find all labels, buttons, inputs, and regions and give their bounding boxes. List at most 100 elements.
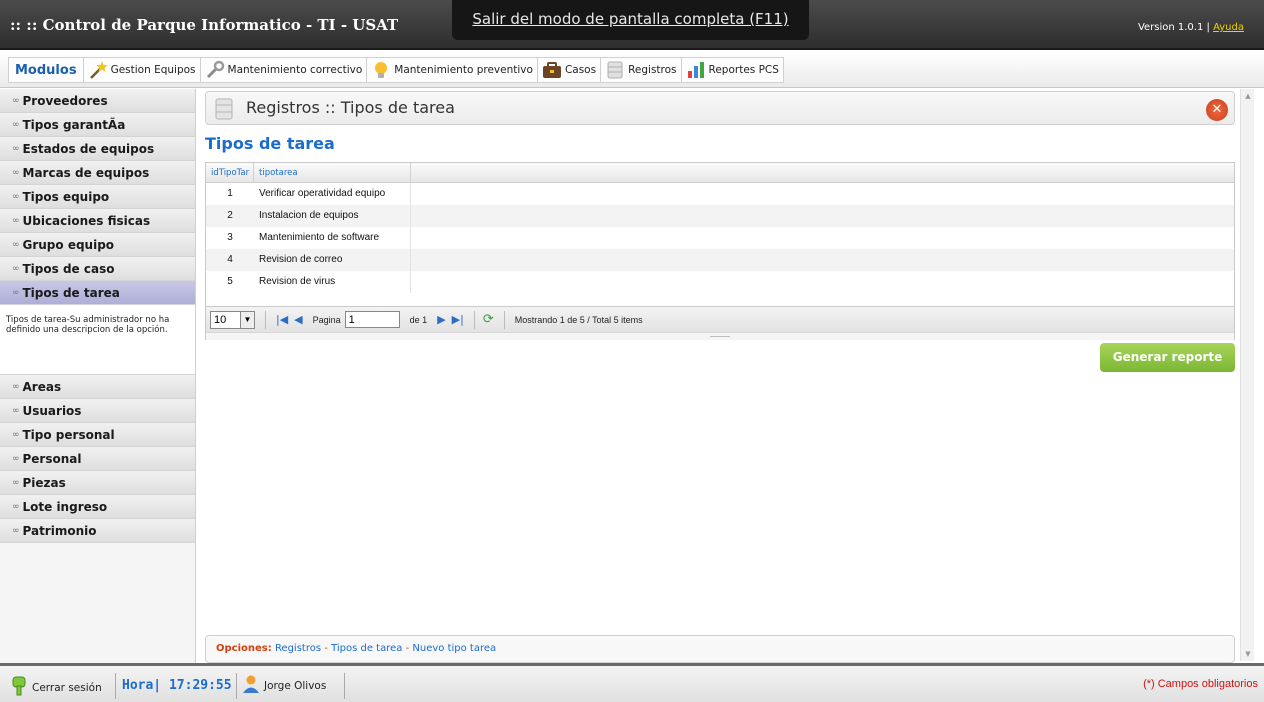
options-separator: - [405, 643, 410, 654]
module-mantenimiento-correctivo[interactable]: Mantenimiento correctivo [199, 58, 367, 82]
clock: Hora| 17:29:55 [115, 673, 232, 699]
logout-label: Cerrar sesión [32, 682, 102, 694]
sidebar-item-areas[interactable]: ∞ Areas [0, 375, 195, 399]
vertical-scrollbar[interactable]: ▲ ▼ [1240, 89, 1254, 661]
module-label: Casos [564, 64, 597, 76]
column-header-idtipotarea[interactable]: idTipoTar [206, 163, 254, 182]
sidebar-item-piezas[interactable]: ∞ Piezas [0, 471, 195, 495]
help-link[interactable]: Ayuda [1213, 22, 1244, 33]
table-row[interactable]: 2 Instalacion de equipos [206, 205, 1234, 227]
pager-status: Mostrando 1 de 5 / Total 5 items [514, 314, 643, 325]
magic-wand-icon [88, 60, 108, 80]
grid-header: idTipoTar tipotarea [206, 163, 1234, 183]
options-link-tipos-de-tarea[interactable]: Tipos de tarea [331, 643, 402, 654]
rows-per-page-select[interactable]: 10 ▼ [210, 310, 255, 329]
module-registros[interactable]: Registros [600, 58, 680, 82]
logout-button[interactable]: Cerrar sesión [10, 676, 102, 700]
sidebar-item-tipos-garantia[interactable]: ∞ Tipos garantÃa [0, 113, 195, 137]
divider [503, 310, 505, 329]
table-row[interactable]: 1 Verificar operatividad equipo [206, 183, 1234, 205]
sidebar-item-usuarios[interactable]: ∞ Usuarios [0, 399, 195, 423]
app-title: :: :: Control de Parque Informatico - TI… [10, 16, 399, 34]
data-grid: idTipoTar tipotarea 1 Verificar operativi… [205, 162, 1235, 340]
scroll-down-icon[interactable]: ▼ [1241, 647, 1255, 661]
module-label: Gestion Equipos [110, 64, 196, 76]
page-number-input[interactable] [344, 311, 400, 328]
link-icon: ∞ [12, 405, 20, 416]
version-separator: | [1206, 22, 1210, 33]
module-label: Mantenimiento preventivo [394, 64, 533, 76]
sidebar: ∞ Proveedores ∞ Tipos garantÃa ∞ Estados de… [0, 89, 196, 663]
sidebar-item-estados-de-equipos[interactable]: ∞ Estados de equipos [0, 137, 195, 161]
options-link-registros[interactable]: Registros [275, 643, 321, 654]
pagination-bar: 10 ▼ |◀ ◀ Pagina de 1 ▶ ▶| ⟳ Mostrando 1 … [206, 306, 1234, 332]
sidebar-item-tipos-de-tarea[interactable]: ∞ Tipos de tarea [0, 281, 195, 305]
sidebar-item-label: Tipos equipo [22, 189, 110, 204]
module-gestion-equipos[interactable]: Gestion Equipos [82, 58, 200, 82]
module-label: Reportes PCS [708, 64, 779, 76]
next-page-icon[interactable]: ▶ [437, 313, 445, 326]
options-separator: - [324, 643, 328, 654]
table-row[interactable]: 4 Revision de correo [206, 249, 1234, 271]
refresh-icon[interactable]: ⟳ [483, 312, 494, 327]
table-row[interactable]: 3 Mantenimiento de software [206, 227, 1234, 249]
user-icon [241, 674, 261, 698]
column-header-tipotarea[interactable]: tipotarea [254, 163, 411, 182]
exit-fullscreen-banner[interactable]: Salir del modo de pantalla completa (F11… [452, 0, 809, 40]
module-casos[interactable]: Casos [536, 58, 600, 82]
sidebar-item-label: Areas [22, 379, 62, 394]
prev-page-icon[interactable]: ◀ [294, 313, 302, 326]
cell-id: 2 [227, 210, 233, 221]
sidebar-item-tipo-personal[interactable]: ∞ Tipo personal [0, 423, 195, 447]
sidebar-item-personal[interactable]: ∞ Personal [0, 447, 195, 471]
cell-id: 4 [227, 254, 233, 265]
generate-report-button[interactable]: Generar reporte [1100, 343, 1235, 372]
module-mantenimiento-preventivo[interactable]: Mantenimiento preventivo [366, 58, 537, 82]
sidebar-item-proveedores[interactable]: ∞ Proveedores [0, 89, 195, 113]
bar-chart-icon [686, 60, 706, 80]
sidebar-item-grupo-equipo[interactable]: ∞ Grupo equipo [0, 233, 195, 257]
modules-toolbar: Modulos Gestion Equipos Mantenimiento co… [0, 52, 1264, 88]
app-header: :: :: Control de Parque Informatico - TI… [0, 0, 1264, 50]
current-user[interactable]: Jorge Olivos [236, 673, 346, 699]
sidebar-item-ubicaciones-fisicas[interactable]: ∞ Ubicaciones fisicas [0, 209, 195, 233]
module-reportes-pcs[interactable]: Reportes PCS [680, 58, 783, 82]
last-page-icon[interactable]: ▶| [452, 313, 464, 326]
table-row[interactable]: 5 Revision de virus [206, 271, 1234, 293]
link-icon: ∞ [12, 525, 20, 536]
wrench-icon [205, 60, 225, 80]
sidebar-item-marcas-de-equipos[interactable]: ∞ Marcas de equipos [0, 161, 195, 185]
grid-resize-handle[interactable] [206, 332, 1234, 340]
link-icon: ∞ [12, 167, 20, 178]
link-icon: ∞ [12, 501, 20, 512]
chevron-down-icon: ▼ [240, 311, 254, 328]
sidebar-item-label: Tipos garantÃa [22, 117, 126, 132]
sidebar-item-label: Tipo personal [22, 427, 115, 442]
status-footer: Cerrar sesión Hora| 17:29:55 Jorge Olivo… [0, 663, 1264, 702]
sidebar-item-label: Marcas de equipos [22, 165, 150, 180]
module-label: Mantenimiento correctivo [227, 64, 363, 76]
close-button[interactable]: ✕ [1206, 99, 1228, 121]
clock-value: 17:29:55 [168, 678, 232, 693]
database-icon [214, 98, 234, 124]
database-icon [605, 60, 625, 80]
lightbulb-icon [371, 60, 391, 80]
link-icon: ∞ [12, 143, 20, 154]
sidebar-item-label: Estados de equipos [22, 141, 155, 156]
sidebar-item-lote-ingreso[interactable]: ∞ Lote ingreso [0, 495, 195, 519]
cell-id: 5 [227, 276, 233, 287]
panel-header: Registros :: Tipos de tarea ✕ [205, 91, 1235, 125]
link-icon: ∞ [12, 191, 20, 202]
sidebar-item-tipos-de-caso[interactable]: ∞ Tipos de caso [0, 257, 195, 281]
scroll-up-icon[interactable]: ▲ [1241, 89, 1255, 103]
link-icon: ∞ [12, 429, 20, 440]
sidebar-item-label: Lote ingreso [22, 499, 108, 514]
sidebar-item-tipos-equipo[interactable]: ∞ Tipos equipo [0, 185, 195, 209]
key-icon [10, 676, 28, 700]
first-page-icon[interactable]: |◀ [276, 313, 288, 326]
divider [265, 310, 266, 329]
link-icon: ∞ [12, 239, 20, 250]
sidebar-item-patrimonio[interactable]: ∞ Patrimonio [0, 519, 195, 543]
options-link-nuevo-tipo-tarea[interactable]: Nuevo tipo tarea [412, 643, 496, 654]
divider [473, 310, 475, 329]
